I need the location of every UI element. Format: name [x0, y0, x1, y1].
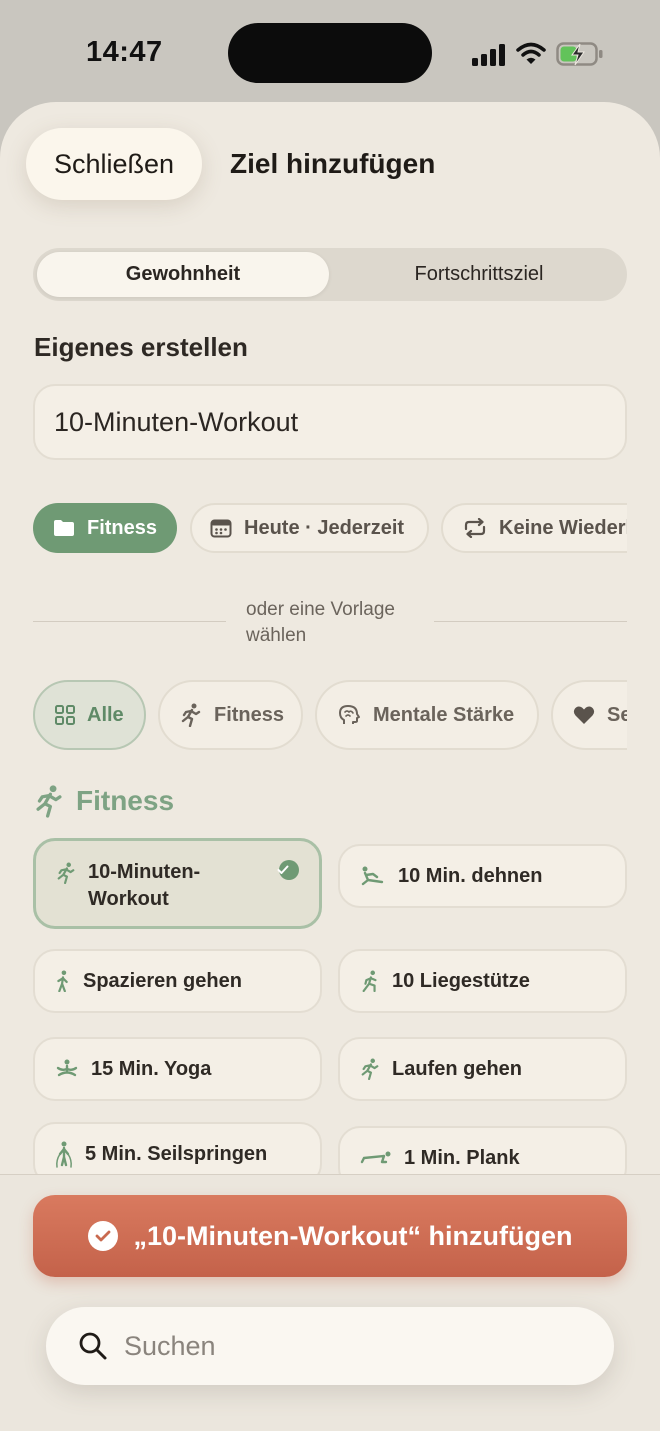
status-time: 14:47 — [86, 36, 163, 68]
dynamic-island — [228, 23, 432, 83]
search-field[interactable]: Suchen — [46, 1307, 614, 1385]
status-icons — [472, 38, 604, 70]
pushup-icon — [362, 970, 377, 992]
segment-progress-goal[interactable]: Fortschrittsziel — [335, 252, 623, 297]
category-fitness[interactable]: Fitness — [158, 680, 303, 750]
template-label: 15 Min. Yoga — [91, 1057, 212, 1080]
template-stretching[interactable]: 10 Min. dehnen — [338, 844, 627, 908]
brain-icon — [339, 705, 360, 724]
repeat-chip[interactable]: Keine Wiederholung — [441, 503, 627, 553]
template-running[interactable]: Laufen gehen — [338, 1037, 627, 1101]
goal-options-row: Fitness Heute · Jederzeit Keine Wiederho… — [33, 503, 627, 555]
add-goal-label: „10-Minuten-Workout“ hinzufügen — [133, 1220, 573, 1251]
bottom-action-panel: „10-Minuten-Workout“ hinzufügen Suchen — [0, 1174, 660, 1431]
repeat-icon — [464, 518, 486, 538]
wifi-icon — [516, 42, 546, 64]
goal-name-input[interactable]: 10-Minuten-Workout — [33, 384, 627, 460]
add-goal-button[interactable]: „10-Minuten-Workout“ hinzufügen — [33, 1195, 627, 1277]
fitness-group-heading: Fitness — [34, 784, 174, 818]
calendar-icon — [210, 519, 232, 538]
close-button[interactable]: Schließen — [26, 128, 202, 200]
template-label: 10 Liegestütze — [392, 969, 530, 992]
sheet-title: Ziel hinzufügen — [230, 148, 436, 179]
template-label: 1 Min. Plank — [404, 1146, 520, 1169]
category-all-label: Alle — [87, 703, 124, 726]
stretching-icon — [361, 866, 384, 886]
segment-habit[interactable]: Gewohnheit — [37, 252, 329, 297]
yoga-icon — [56, 1059, 78, 1077]
category-mental-strength-label: Mentale Stärke — [373, 703, 515, 726]
template-walking[interactable]: Spazieren gehen — [33, 949, 322, 1013]
template-label: Spazieren gehen — [83, 969, 242, 992]
heart-icon — [573, 706, 595, 724]
selected-check-icon — [277, 860, 299, 880]
battery-charging-icon — [556, 42, 603, 66]
checkmark-circle-icon — [87, 1221, 118, 1251]
walking-icon — [57, 970, 68, 992]
jump-rope-icon — [56, 1141, 72, 1168]
plank-icon — [360, 1151, 391, 1164]
category-all[interactable]: Alle — [33, 680, 146, 750]
template-label: 10 Min. dehnen — [398, 864, 543, 887]
cellular-signal-icon — [472, 44, 505, 66]
running-icon — [361, 1058, 379, 1080]
running-icon — [36, 785, 62, 818]
schedule-chip-label: Heute · Jederzeit — [244, 516, 405, 539]
category-self-love-label: Selbstliebe — [607, 703, 627, 726]
template-label: 5 Min. Seilspringen — [85, 1142, 268, 1165]
folder-icon — [54, 520, 74, 536]
category-filter-row: Alle Fitness Mentale Stärke Selbstliebe — [33, 679, 627, 753]
search-placeholder: Suchen — [124, 1330, 216, 1361]
folder-chip-label: Fitness — [87, 516, 158, 539]
running-icon — [57, 862, 75, 884]
search-icon — [79, 1332, 107, 1360]
goal-type-segmented-control: Gewohnheit Fortschrittsziel — [33, 248, 627, 301]
grid-icon — [55, 705, 75, 725]
template-pushups[interactable]: 10 Liegestütze — [338, 949, 627, 1013]
running-icon — [181, 703, 201, 727]
divider-left — [33, 621, 226, 622]
schedule-chip[interactable]: Heute · Jederzeit — [190, 503, 429, 553]
repeat-chip-label: Keine Wiederholung — [499, 516, 627, 539]
template-label: 10-Minuten-Workout — [88, 861, 201, 910]
category-self-love[interactable]: Selbstliebe — [551, 680, 627, 750]
template-10-minute-workout[interactable]: 10-Minuten-Workout — [33, 838, 322, 929]
divider-right — [434, 621, 627, 622]
template-divider-label: oder eine Vorlage wählen — [246, 599, 395, 646]
fitness-group-title: Fitness — [76, 785, 175, 816]
status-bar: 14:47 — [0, 0, 660, 105]
template-yoga[interactable]: 15 Min. Yoga — [33, 1037, 322, 1101]
template-label: Laufen gehen — [392, 1057, 523, 1080]
folder-chip[interactable]: Fitness — [33, 503, 177, 553]
create-own-heading: Eigenes erstellen — [34, 332, 248, 362]
category-fitness-label: Fitness — [214, 703, 285, 726]
category-mental-strength[interactable]: Mentale Stärke — [315, 680, 539, 750]
